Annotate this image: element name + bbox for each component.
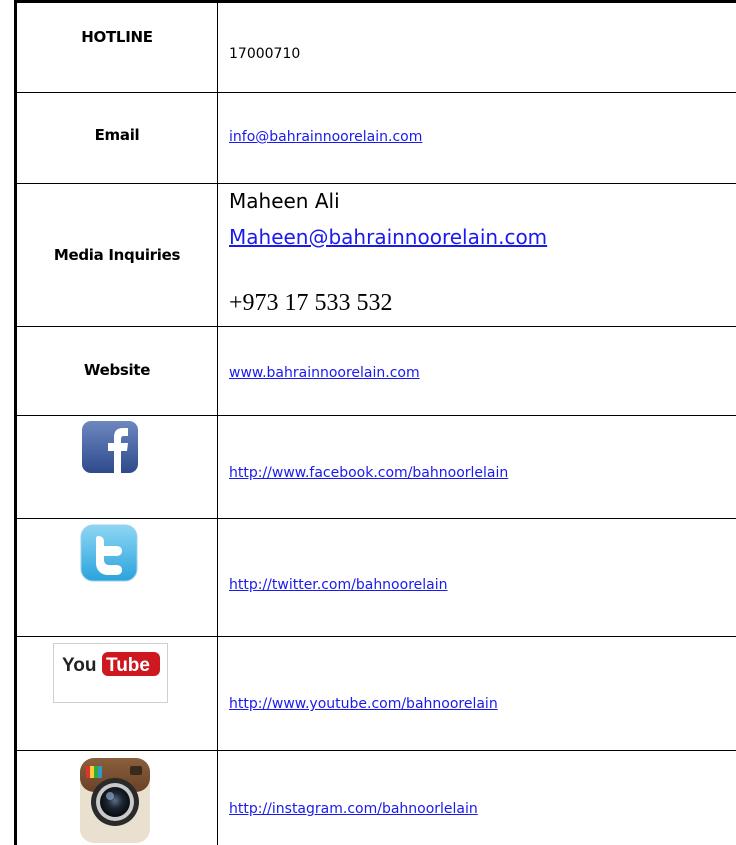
row-divider [14,92,736,93]
column-divider [217,0,218,845]
row-divider [14,326,736,327]
instagram-icon[interactable] [78,756,152,845]
youtube-logo-you: You [62,655,96,676]
youtube-icon[interactable]: You Tube [53,643,168,703]
media-contact-name: Maheen Ali [229,189,340,213]
row-divider [14,518,736,519]
youtube-link[interactable]: http://www.youtube.com/bahnoorelain [229,696,498,712]
twitter-icon[interactable] [78,522,140,584]
instagram-link[interactable]: http://instagram.com/bahnoorlelain [229,801,478,817]
row-divider [14,415,736,416]
media-contact-phone: +973 17 533 532 [229,290,393,316]
media-inquiries-label: Media Inquiries [53,246,181,264]
facebook-icon[interactable] [80,419,140,475]
row-divider [14,750,736,751]
media-contact-email-link[interactable]: Maheen@bahrainnoorelain.com [229,225,547,249]
hotline-label: HOTLINE [81,28,153,46]
twitter-link[interactable]: http://twitter.com/bahnoorelain [229,577,447,593]
website-label: Website [83,361,151,379]
row-divider [14,636,736,637]
hotline-number: 17000710 [229,46,301,62]
email-link[interactable]: info@bahrainnoorelain.com [229,129,422,145]
row-divider [14,183,736,184]
table-top-border [14,0,736,3]
website-link[interactable]: www.bahrainnoorelain.com [229,365,420,381]
facebook-link[interactable]: http://www.facebook.com/bahnoorlelain [229,465,508,481]
youtube-logo-tube: Tube [106,655,150,676]
email-label: Email [94,126,140,144]
